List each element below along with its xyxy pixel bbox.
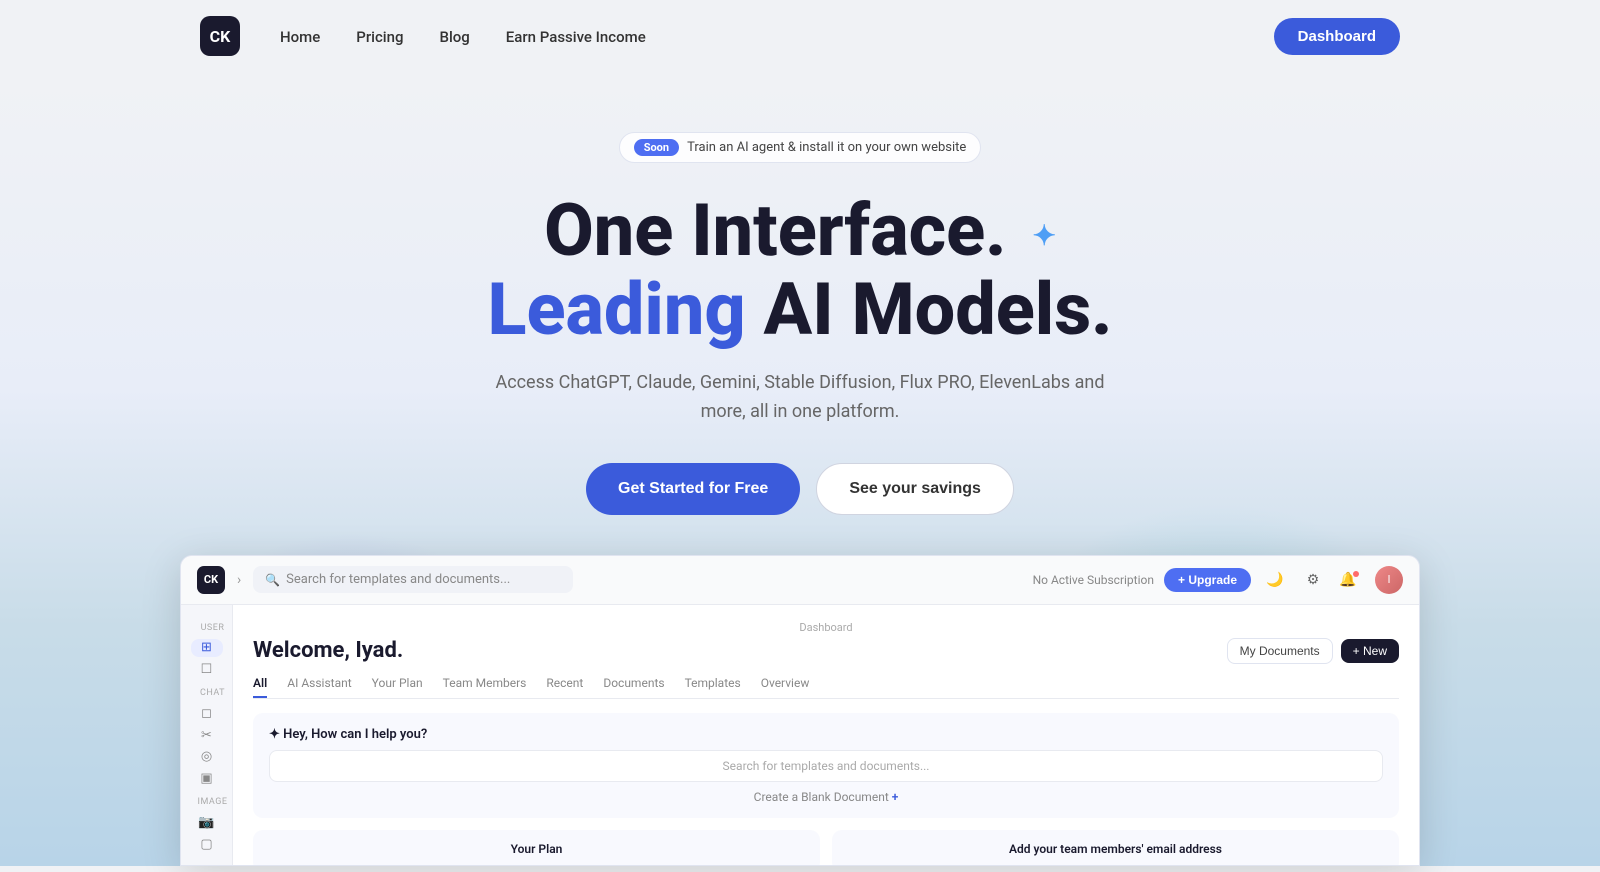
sidebar-chat-icon[interactable]: ◻ [191, 704, 223, 722]
ai-models-word: AI Models. [746, 267, 1113, 352]
soon-tag: Soon [634, 139, 679, 156]
upgrade-button[interactable]: + Upgrade [1164, 568, 1251, 592]
sidebar-doc-icon[interactable]: ☐ [191, 661, 223, 679]
browser-mockup: CK › 🔍 Search for templates and document… [180, 555, 1420, 866]
avatar[interactable]: I [1375, 566, 1403, 594]
nav-home[interactable]: Home [280, 28, 320, 46]
get-started-button[interactable]: Get Started for Free [586, 463, 800, 515]
tab-recent[interactable]: Recent [546, 676, 583, 698]
browser-right-actions: No Active Subscription + Upgrade 🌙 ⚙ 🔔 I [1033, 566, 1403, 594]
see-savings-button[interactable]: See your savings [816, 463, 1014, 515]
dashboard-button[interactable]: Dashboard [1274, 18, 1400, 55]
search-icon: 🔍 [265, 573, 280, 587]
spark-icon: ✦ [1032, 221, 1055, 252]
logo[interactable]: CK [200, 16, 240, 56]
new-button[interactable]: + New [1341, 639, 1399, 663]
hero-buttons: Get Started for Free See your savings [0, 463, 1600, 515]
my-documents-button[interactable]: My Documents [1227, 638, 1333, 664]
hero-section: Soon Train an AI agent & install it on y… [0, 72, 1600, 866]
tab-your-plan[interactable]: Your Plan [372, 676, 423, 698]
breadcrumb: Dashboard [253, 621, 1399, 634]
sidebar-square-icon[interactable]: ▢ [191, 835, 223, 853]
chat-section-label: CHAT [181, 688, 232, 698]
hero-title-line1: One Interface. ✦ [0, 191, 1600, 270]
welcome-title: Welcome, Iyad. [253, 638, 403, 663]
dashboard-preview: CK › 🔍 Search for templates and document… [0, 555, 1600, 866]
image-section-label: IMAGE [181, 797, 232, 807]
badge-text: Train an AI agent & install it on your o… [687, 140, 966, 155]
nav-earn[interactable]: Earn Passive Income [506, 28, 646, 46]
tab-all[interactable]: All [253, 676, 267, 698]
sidebar-video-icon[interactable]: ▣ [191, 770, 223, 788]
tab-team-members[interactable]: Team Members [443, 676, 527, 698]
ai-search-input[interactable]: Search for templates and documents... [269, 750, 1383, 782]
no-subscription-badge: No Active Subscription [1033, 573, 1154, 587]
browser-logo: CK [197, 566, 225, 594]
navbar: CK Home Pricing Blog Earn Passive Income… [0, 0, 1600, 72]
leading-word: Leading [487, 267, 745, 352]
tab-ai-assistant[interactable]: AI Assistant [287, 676, 351, 698]
your-plan-title: Your Plan [267, 842, 806, 856]
sidebar-grid-icon[interactable]: ⊞ [191, 639, 223, 657]
sidebar-globe-icon[interactable]: ◎ [191, 748, 223, 766]
app-layout: USER ⊞ ☐ CHAT ◻ ✂ ◎ ▣ IMAGE 📷 ▢ Dashboar… [181, 605, 1419, 865]
tab-templates[interactable]: Templates [685, 676, 741, 698]
sidebar-camera-icon[interactable]: 📷 [191, 813, 223, 831]
sidebar-image-icon[interactable]: ✂ [191, 726, 223, 744]
settings-icon[interactable]: ⚙ [1299, 566, 1327, 594]
search-placeholder-text: Search for templates and documents... [286, 572, 510, 587]
tab-overview[interactable]: Overview [761, 676, 810, 698]
nav-pricing[interactable]: Pricing [356, 28, 403, 46]
hero-title-line2: Leading AI Models. [0, 270, 1600, 349]
tabs-row: All AI Assistant Your Plan Team Members … [253, 676, 1399, 699]
team-card: Add your team members' email address [832, 830, 1399, 865]
welcome-header: Welcome, Iyad. My Documents + New [253, 638, 1399, 664]
create-blank-button[interactable]: Create a Blank Document + [269, 790, 1383, 804]
hero-subtitle: Access ChatGPT, Claude, Gemini, Stable D… [0, 369, 1600, 427]
notification-icon[interactable]: 🔔 [1337, 566, 1365, 594]
nav-links: Home Pricing Blog Earn Passive Income [280, 27, 1274, 46]
team-card-title: Add your team members' email address [846, 842, 1385, 856]
your-plan-card: Your Plan [253, 830, 820, 865]
nav-blog[interactable]: Blog [439, 28, 469, 46]
search-bar[interactable]: 🔍 Search for templates and documents... [253, 566, 573, 593]
ai-greeting: ✦ Hey, How can I help you? [269, 727, 1383, 742]
app-sidebar: USER ⊞ ☐ CHAT ◻ ✂ ◎ ▣ IMAGE 📷 ▢ [181, 605, 233, 865]
chevron-right-icon[interactable]: › [237, 572, 241, 588]
user-section-label: USER [181, 623, 232, 633]
app-main: Dashboard Welcome, Iyad. My Documents + … [233, 605, 1419, 865]
moon-icon[interactable]: 🌙 [1261, 566, 1289, 594]
browser-bar: CK › 🔍 Search for templates and document… [181, 556, 1419, 605]
ai-section: ✦ Hey, How can I help you? Search for te… [253, 713, 1399, 818]
header-actions: My Documents + New [1227, 638, 1399, 664]
tab-documents[interactable]: Documents [603, 676, 664, 698]
cards-row: Your Plan Add your team members' email a… [253, 830, 1399, 865]
soon-badge: Soon Train an AI agent & install it on y… [619, 132, 982, 163]
hero-title: One Interface. ✦ Leading AI Models. [0, 191, 1600, 349]
